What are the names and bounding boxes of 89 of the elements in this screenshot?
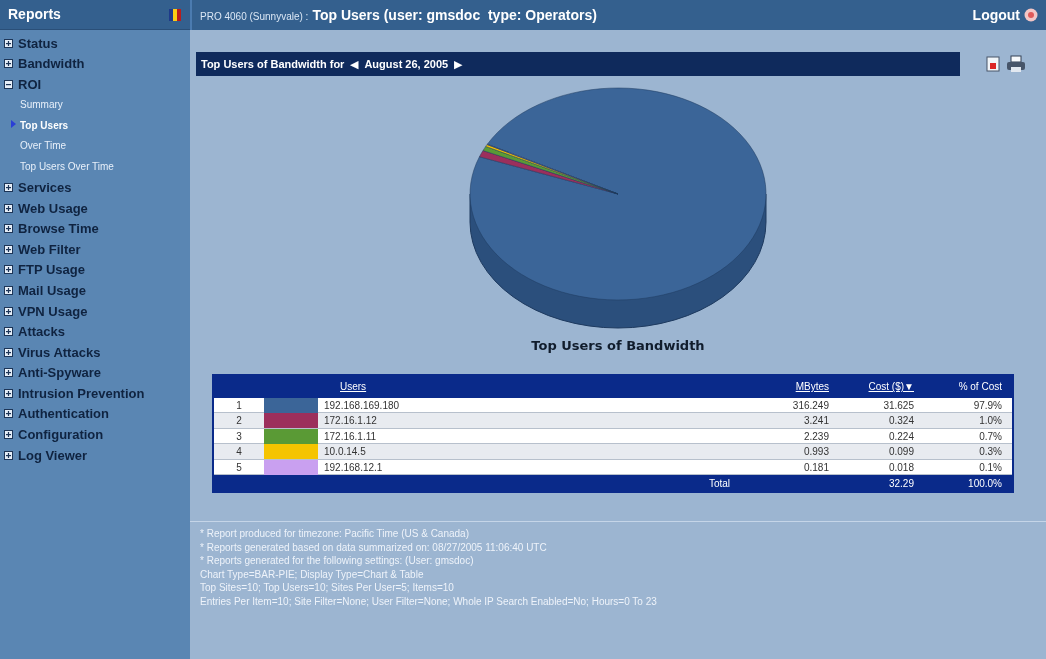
- sidebar-item[interactable]: Bandwidth: [0, 53, 190, 75]
- table-cell-text: 31.625: [882, 398, 915, 413]
- table-cell-text: Total: [707, 476, 731, 491]
- report-note: Chart Type=BAR-PIE; Display Type=Chart & Table: [200, 567, 425, 581]
- sidebar-item[interactable]: Mail Usage: [0, 280, 190, 301]
- sidebar-item[interactable]: Configuration: [0, 424, 190, 445]
- printer-icon[interactable]: [1006, 55, 1026, 73]
- table-cell-text: 0.1%: [978, 460, 1003, 475]
- sidebar-subitem[interactable]: Summary: [20, 100, 63, 111]
- table-cell-text: 100.0%: [967, 476, 1003, 491]
- table-cell-text: 172.16.1.11: [323, 429, 378, 444]
- table-cell-text: 0.993: [802, 445, 830, 459]
- collapse-icon[interactable]: [4, 80, 13, 89]
- sidebar-item[interactable]: FTP Usage: [0, 259, 190, 281]
- report-note: * Report produced for timezone: Pacific Time (US & Canada): [200, 527, 470, 541]
- logout-icon[interactable]: [1024, 8, 1038, 22]
- report-note: Entries Per Item=10; Site Filter=None; User Filter=None; Whole IP Search Enabled=No; Hours=0 To 23: [200, 594, 658, 608]
- column-header[interactable]: Cost ($)▼: [833, 379, 918, 394]
- table-cell-text: 32.29: [887, 476, 915, 491]
- sidebar-subitem[interactable]: Over Time: [20, 141, 67, 152]
- table-cell-text: 192.168.12.1: [323, 460, 384, 475]
- table-cell-text: 172.16.1.12: [323, 414, 378, 428]
- expand-icon[interactable]: [4, 368, 13, 378]
- sidebar-item[interactable]: VPN Usage: [0, 300, 190, 322]
- table-cell-text: 1.0%: [978, 414, 1003, 428]
- logout-link[interactable]: Logout: [972, 4, 1020, 26]
- expand-icon[interactable]: [4, 409, 13, 419]
- expand-icon[interactable]: [4, 203, 13, 213]
- table-cell-text: 0.018: [887, 460, 915, 475]
- sidebar-item[interactable]: Web Filter: [0, 238, 190, 260]
- sidebar-item[interactable]: Authentication: [0, 403, 190, 425]
- table-cell-text: 97.9%: [972, 398, 1003, 413]
- table-cell-text: 10.0.14.5: [323, 445, 367, 459]
- sidebar-item[interactable]: ROI: [0, 74, 190, 95]
- table-cell-text: 1: [235, 398, 243, 413]
- page-title: Top Users (user: gmsdoc type: Operators): [312, 5, 597, 25]
- table-cell-text: 2: [235, 414, 243, 428]
- device-label: PRO 4060 (Sunnyvale) :: [200, 9, 309, 24]
- sidebar-item[interactable]: Browse Time: [0, 218, 190, 239]
- sidebar-title: Reports: [8, 5, 61, 24]
- report-note: * Reports generated for the following settings: (User: gmsdoc): [200, 554, 475, 568]
- sidebar-item[interactable]: Services: [0, 177, 190, 198]
- table-cell-text: 0.324: [887, 414, 915, 428]
- table-cell-text: 192.168.169.180: [323, 398, 401, 413]
- table-cell-text: 0.3%: [978, 445, 1003, 459]
- sidebar-item[interactable]: Status: [0, 33, 190, 54]
- export-icon[interactable]: [984, 55, 1002, 73]
- expand-icon[interactable]: [4, 285, 13, 295]
- sidebar-item[interactable]: Attacks: [0, 321, 190, 342]
- sidebar-subitem[interactable]: Top Users Over Time: [20, 161, 114, 172]
- expand-icon[interactable]: [4, 182, 13, 192]
- expand-icon[interactable]: [4, 224, 13, 234]
- column-header[interactable]: MBytes: [738, 379, 833, 394]
- table-cell-text: 5: [235, 460, 243, 475]
- expand-icon[interactable]: [4, 244, 13, 254]
- report-note: * Reports generated based on data summarized on: 08/27/2005 11:06:40 UTC: [200, 540, 548, 554]
- expand-icon[interactable]: [4, 450, 13, 460]
- sidebar-item[interactable]: Anti-Spyware: [0, 362, 190, 384]
- expand-icon[interactable]: [4, 388, 13, 398]
- expand-icon[interactable]: [4, 38, 13, 48]
- expand-icon[interactable]: [4, 306, 13, 316]
- table-cell-text: 4: [235, 445, 243, 459]
- report-label: Top Users of Bandwidth for: [201, 56, 345, 72]
- expand-icon[interactable]: [4, 347, 13, 357]
- sidebar-item[interactable]: Intrusion Prevention: [0, 383, 190, 404]
- report-note: Top Sites=10; Top Users=10; Sites Per User=5; Items=10: [200, 581, 455, 595]
- table-cell-text: 0.181: [802, 460, 830, 475]
- table-cell-text: 2.239: [802, 429, 830, 444]
- sidebar-item[interactable]: Web Usage: [0, 197, 190, 219]
- sidebar-subitem[interactable]: Top Users: [20, 120, 69, 131]
- report-date: August 26, 2005: [364, 56, 449, 72]
- expand-icon[interactable]: [4, 327, 13, 337]
- table-cell-text: 316.249: [791, 398, 830, 413]
- table-cell-text: 0.099: [887, 445, 915, 459]
- expand-icon[interactable]: [4, 59, 13, 69]
- flag-icon: [168, 7, 182, 22]
- table-cell-text: 0.7%: [978, 429, 1003, 444]
- sidebar-item[interactable]: Log Viewer: [0, 444, 190, 466]
- previous-date-button[interactable]: ◀: [350, 58, 359, 70]
- column-header: % of Cost: [957, 380, 1003, 394]
- column-header[interactable]: Users: [318, 379, 738, 394]
- table-cell-text: 0.224: [887, 429, 915, 444]
- expand-icon[interactable]: [4, 265, 13, 275]
- next-date-button[interactable]: ▶: [454, 58, 463, 70]
- expand-icon[interactable]: [4, 430, 13, 440]
- table-cell-text: 3.241: [802, 414, 830, 428]
- sidebar-item[interactable]: Virus Attacks: [0, 341, 190, 363]
- table-cell-text: 3: [235, 429, 243, 444]
- chart-title: Top Users of Bandwidth: [531, 337, 705, 355]
